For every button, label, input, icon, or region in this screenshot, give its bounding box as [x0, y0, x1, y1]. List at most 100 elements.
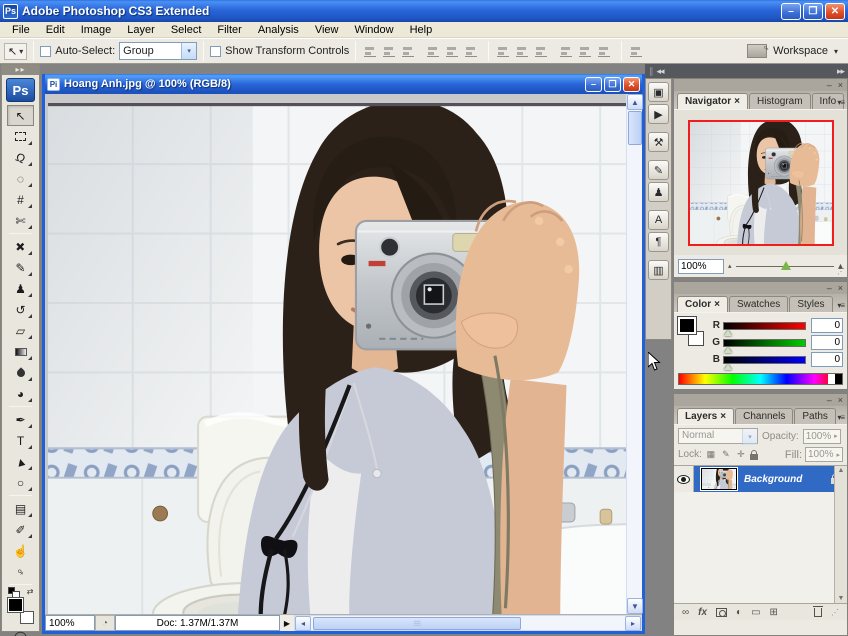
- panel-minimize-icon[interactable]: –: [827, 395, 832, 405]
- align-vertical-centers-icon[interactable]: [383, 45, 398, 57]
- brushes-icon[interactable]: ✎: [648, 160, 669, 180]
- vertical-scroll-thumb[interactable]: [628, 111, 642, 145]
- menu-select[interactable]: Select: [163, 24, 210, 36]
- swap-colors-icon[interactable]: ⇄: [27, 587, 34, 596]
- slider-thumb[interactable]: [781, 261, 791, 270]
- collapse-dock-icon[interactable]: ◂◂: [657, 66, 664, 77]
- align-right-edges-icon[interactable]: [465, 45, 480, 57]
- tab-swatches[interactable]: Swatches: [729, 296, 788, 312]
- distribute-right-edges-icon[interactable]: [598, 45, 613, 57]
- doc-close-button[interactable]: ✕: [623, 77, 640, 92]
- add-layer-mask-icon[interactable]: [716, 608, 727, 617]
- distribute-top-edges-icon[interactable]: [497, 45, 512, 57]
- layer-thumbnail[interactable]: [701, 468, 737, 490]
- lasso-tool-button[interactable]: Ω: [7, 147, 34, 168]
- status-menu-arrow-icon[interactable]: ▶: [280, 615, 294, 631]
- fill-field[interactable]: 100% ▸: [805, 447, 843, 462]
- new-layer-icon[interactable]: ⊞: [770, 607, 778, 618]
- tab-paths[interactable]: Paths: [794, 408, 836, 424]
- lock-all-icon[interactable]: [750, 454, 758, 460]
- visibility-toggle[interactable]: [674, 466, 694, 492]
- document-titlebar[interactable]: Pi Hoang Anh.jpg @ 100% (RGB/8) – ❐ ✕: [45, 74, 642, 94]
- scroll-down-icon[interactable]: ▼: [627, 598, 643, 614]
- blur-tool-button[interactable]: [7, 362, 34, 383]
- doc-minimize-button[interactable]: –: [585, 77, 602, 92]
- expand-dock-icon[interactable]: ▸▸: [837, 66, 844, 77]
- menu-window[interactable]: Window: [346, 24, 401, 36]
- scroll-left-icon[interactable]: ◂: [295, 616, 311, 631]
- navigator-zoom-input[interactable]: [678, 259, 724, 274]
- gradient-tool-button[interactable]: [7, 341, 34, 362]
- eyedropper-tool-button[interactable]: ✐: [7, 519, 34, 540]
- align-bottom-edges-icon[interactable]: [402, 45, 417, 57]
- distribute-left-edges-icon[interactable]: [560, 45, 575, 57]
- panel-menu-icon[interactable]: ▾≡: [837, 301, 844, 310]
- background-color-swatch[interactable]: [20, 611, 34, 624]
- green-value-input[interactable]: [811, 335, 843, 350]
- dodge-tool-button[interactable]: ◕: [7, 383, 34, 404]
- crop-tool-button[interactable]: #: [7, 189, 34, 210]
- status-clock-icon[interactable]: ◔: [95, 615, 115, 631]
- panel-menu-icon[interactable]: ▾≡: [837, 98, 844, 107]
- navigator-proxy-view[interactable]: [688, 120, 834, 246]
- scroll-right-icon[interactable]: ▸: [625, 616, 641, 631]
- panel-close-icon[interactable]: ×: [838, 80, 843, 90]
- green-slider[interactable]: [723, 339, 806, 347]
- resize-grip-icon[interactable]: ⋰: [837, 267, 845, 276]
- menu-help[interactable]: Help: [402, 24, 441, 36]
- document-canvas[interactable]: [45, 94, 642, 614]
- paragraph-icon[interactable]: ¶: [648, 232, 669, 252]
- distribute-horizontal-centers-icon[interactable]: [579, 45, 594, 57]
- red-value-input[interactable]: [811, 318, 843, 333]
- tab-close-icon[interactable]: ×: [714, 299, 720, 310]
- ps-logo[interactable]: Ps: [6, 78, 35, 102]
- horizontal-scroll-thumb[interactable]: [313, 617, 521, 630]
- tab-close-icon[interactable]: ×: [720, 411, 726, 422]
- tab-navigator[interactable]: Navigator ×: [677, 93, 748, 109]
- menu-view[interactable]: View: [307, 24, 347, 36]
- panel-close-icon[interactable]: ×: [838, 395, 843, 405]
- zoom-tool-button[interactable]: ♀: [7, 561, 34, 582]
- layer-row-background[interactable]: Background: [674, 466, 847, 492]
- tab-close-icon[interactable]: ×: [734, 96, 740, 107]
- navigator-zoom-slider[interactable]: [736, 260, 834, 272]
- lock-transparency-icon[interactable]: ▦: [705, 449, 717, 460]
- vertical-scrollbar[interactable]: ▲ ▼: [626, 94, 642, 614]
- tab-color[interactable]: Color ×: [677, 296, 728, 312]
- close-button[interactable]: ✕: [825, 3, 845, 20]
- clone-stamp-tool-button[interactable]: ♟: [7, 278, 34, 299]
- pen-tool-button[interactable]: ✒: [7, 409, 34, 430]
- color-spectrum-ramp[interactable]: [678, 373, 843, 385]
- quick-selection-tool-button[interactable]: ◌: [7, 168, 34, 189]
- scroll-up-icon[interactable]: ▲: [627, 94, 643, 110]
- foreground-color-swatch[interactable]: [8, 598, 23, 612]
- blue-slider[interactable]: [723, 356, 806, 364]
- move-tool-button[interactable]: ↖: [7, 105, 34, 126]
- character-icon[interactable]: A: [648, 210, 669, 230]
- minimize-button[interactable]: –: [781, 3, 801, 20]
- menu-image[interactable]: Image: [73, 24, 120, 36]
- opacity-field[interactable]: 100% ▸: [803, 429, 841, 444]
- layer-style-icon[interactable]: fx: [698, 607, 707, 618]
- menu-layer[interactable]: Layer: [119, 24, 163, 36]
- actions-icon[interactable]: ▶: [648, 104, 669, 124]
- lock-position-icon[interactable]: ✛: [735, 449, 747, 460]
- show-transform-checkbox[interactable]: [210, 46, 221, 57]
- slider-thumb[interactable]: [724, 330, 732, 336]
- scroll-up-icon[interactable]: ▲: [838, 467, 845, 474]
- delete-layer-icon[interactable]: [814, 608, 822, 617]
- adjustment-layer-icon[interactable]: ◐: [736, 607, 742, 618]
- new-group-icon[interactable]: ▭: [751, 607, 760, 618]
- menu-file[interactable]: File: [4, 24, 38, 36]
- red-slider[interactable]: [723, 322, 806, 330]
- panel-minimize-icon[interactable]: –: [827, 283, 832, 293]
- status-zoom-field[interactable]: 100%: [45, 615, 95, 631]
- tool-preset-picker[interactable]: ↖ ▾: [4, 43, 27, 60]
- menu-analysis[interactable]: Analysis: [250, 24, 307, 36]
- menu-filter[interactable]: Filter: [209, 24, 249, 36]
- tab-styles[interactable]: Styles: [789, 296, 832, 312]
- default-colors-swap[interactable]: ⇄: [8, 587, 34, 596]
- notes-tool-button[interactable]: ▤: [7, 498, 34, 519]
- path-selection-tool-button[interactable]: ▲: [7, 451, 34, 472]
- shape-tool-button[interactable]: ○: [7, 472, 34, 493]
